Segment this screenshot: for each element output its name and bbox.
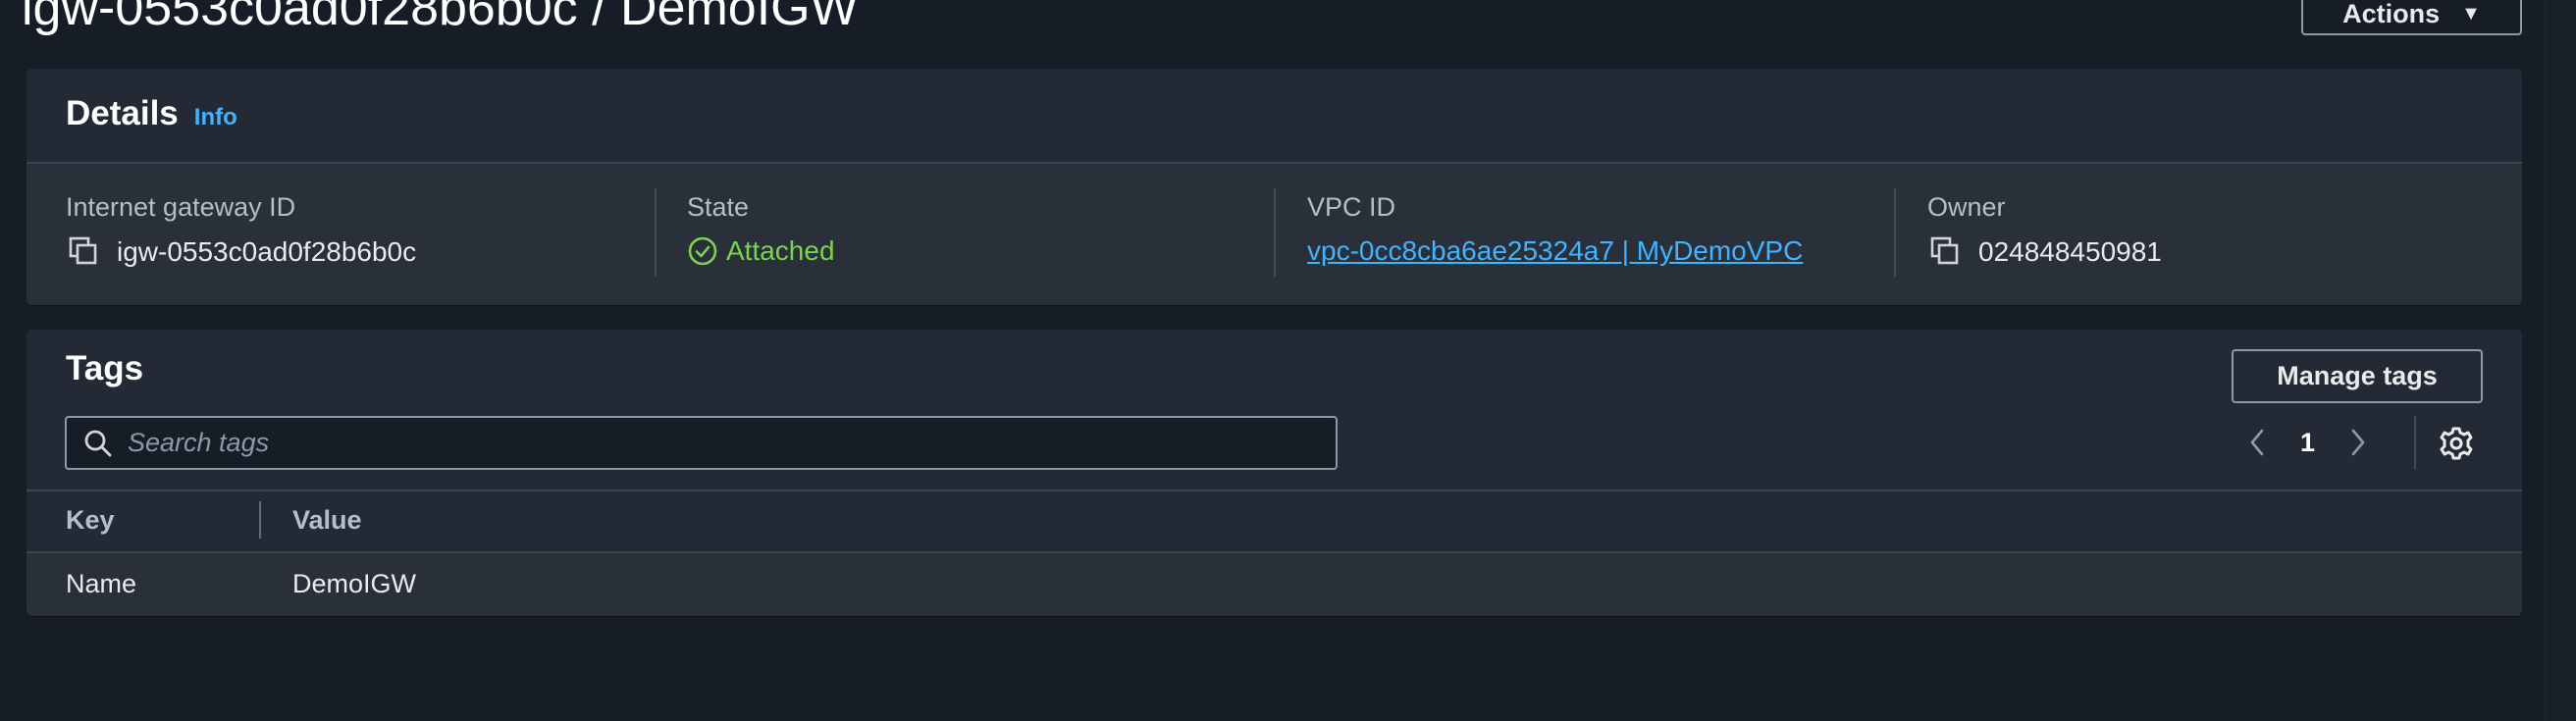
details-header: Details Info bbox=[66, 94, 237, 133]
field-internet-gateway-id: Internet gateway ID igw-0553c0ad0f28b6b0… bbox=[66, 191, 416, 276]
check-circle-icon bbox=[688, 236, 717, 266]
search-tags-input[interactable] bbox=[128, 428, 1336, 458]
search-icon bbox=[84, 430, 112, 456]
owner-value: 024848450981 bbox=[1978, 236, 2162, 267]
actions-label: Actions bbox=[2342, 0, 2441, 28]
page: igw-0553c0ad0f28b6b0c / DemoIGW Actions … bbox=[0, 0, 2576, 721]
details-panel: Details Info Internet gateway ID igw-055… bbox=[26, 69, 2522, 305]
chevron-right-icon[interactable] bbox=[2348, 427, 2368, 458]
caret-down-icon: ▼ bbox=[2461, 2, 2481, 25]
gear-icon[interactable] bbox=[2437, 424, 2476, 463]
search-tags-field[interactable] bbox=[65, 416, 1338, 470]
vpc-id-link[interactable]: vpc-0cc8cba6ae25324a7 | MyDemoVPC bbox=[1307, 234, 1803, 268]
tags-title: Tags bbox=[66, 349, 144, 387]
manage-tags-button[interactable]: Manage tags bbox=[2232, 349, 2483, 403]
column-separator bbox=[655, 188, 657, 277]
field-owner: Owner 024848450981 bbox=[1927, 191, 2162, 276]
column-separator bbox=[1274, 188, 1276, 277]
internet-gateway-id-value: igw-0553c0ad0f28b6b0c bbox=[117, 236, 417, 267]
scrollbar[interactable] bbox=[2545, 0, 2576, 721]
field-label: State bbox=[687, 192, 750, 222]
column-header-key[interactable]: Key bbox=[66, 505, 115, 536]
column-header-value[interactable]: Value bbox=[292, 505, 362, 536]
tag-key-cell: Name bbox=[66, 569, 137, 598]
tags-panel: Tags Manage tags 1 bbox=[26, 330, 2522, 616]
copy-icon[interactable] bbox=[66, 234, 101, 270]
page-title: igw-0553c0ad0f28b6b0c / DemoIGW bbox=[22, 0, 859, 36]
field-state: State Attached bbox=[687, 191, 835, 276]
page-number[interactable]: 1 bbox=[2300, 428, 2315, 458]
tag-value-cell: DemoIGW bbox=[292, 569, 417, 598]
info-link[interactable]: Info bbox=[194, 104, 237, 131]
column-separator bbox=[1894, 188, 1896, 277]
field-label: Internet gateway ID bbox=[66, 192, 296, 222]
table-row: Name DemoIGW bbox=[26, 551, 2522, 616]
field-label: Owner bbox=[1927, 192, 2006, 222]
state-value: Attached bbox=[726, 235, 835, 266]
field-vpc-id: VPC ID vpc-0cc8cba6ae25324a7 | MyDemoVPC bbox=[1307, 191, 1803, 276]
tags-header: Tags bbox=[66, 349, 143, 388]
column-resizer[interactable] bbox=[259, 501, 261, 539]
details-body: Internet gateway ID igw-0553c0ad0f28b6b0… bbox=[26, 164, 2522, 305]
actions-button[interactable]: Actions ▼ bbox=[2301, 0, 2522, 35]
details-title: Details bbox=[66, 94, 179, 132]
field-label: VPC ID bbox=[1307, 192, 1396, 222]
pagination: 1 bbox=[2247, 418, 2368, 467]
copy-icon[interactable] bbox=[1927, 234, 1963, 270]
pager-separator bbox=[2414, 416, 2416, 470]
chevron-left-icon[interactable] bbox=[2247, 427, 2267, 458]
tags-table-header: Key Value bbox=[26, 489, 2522, 551]
